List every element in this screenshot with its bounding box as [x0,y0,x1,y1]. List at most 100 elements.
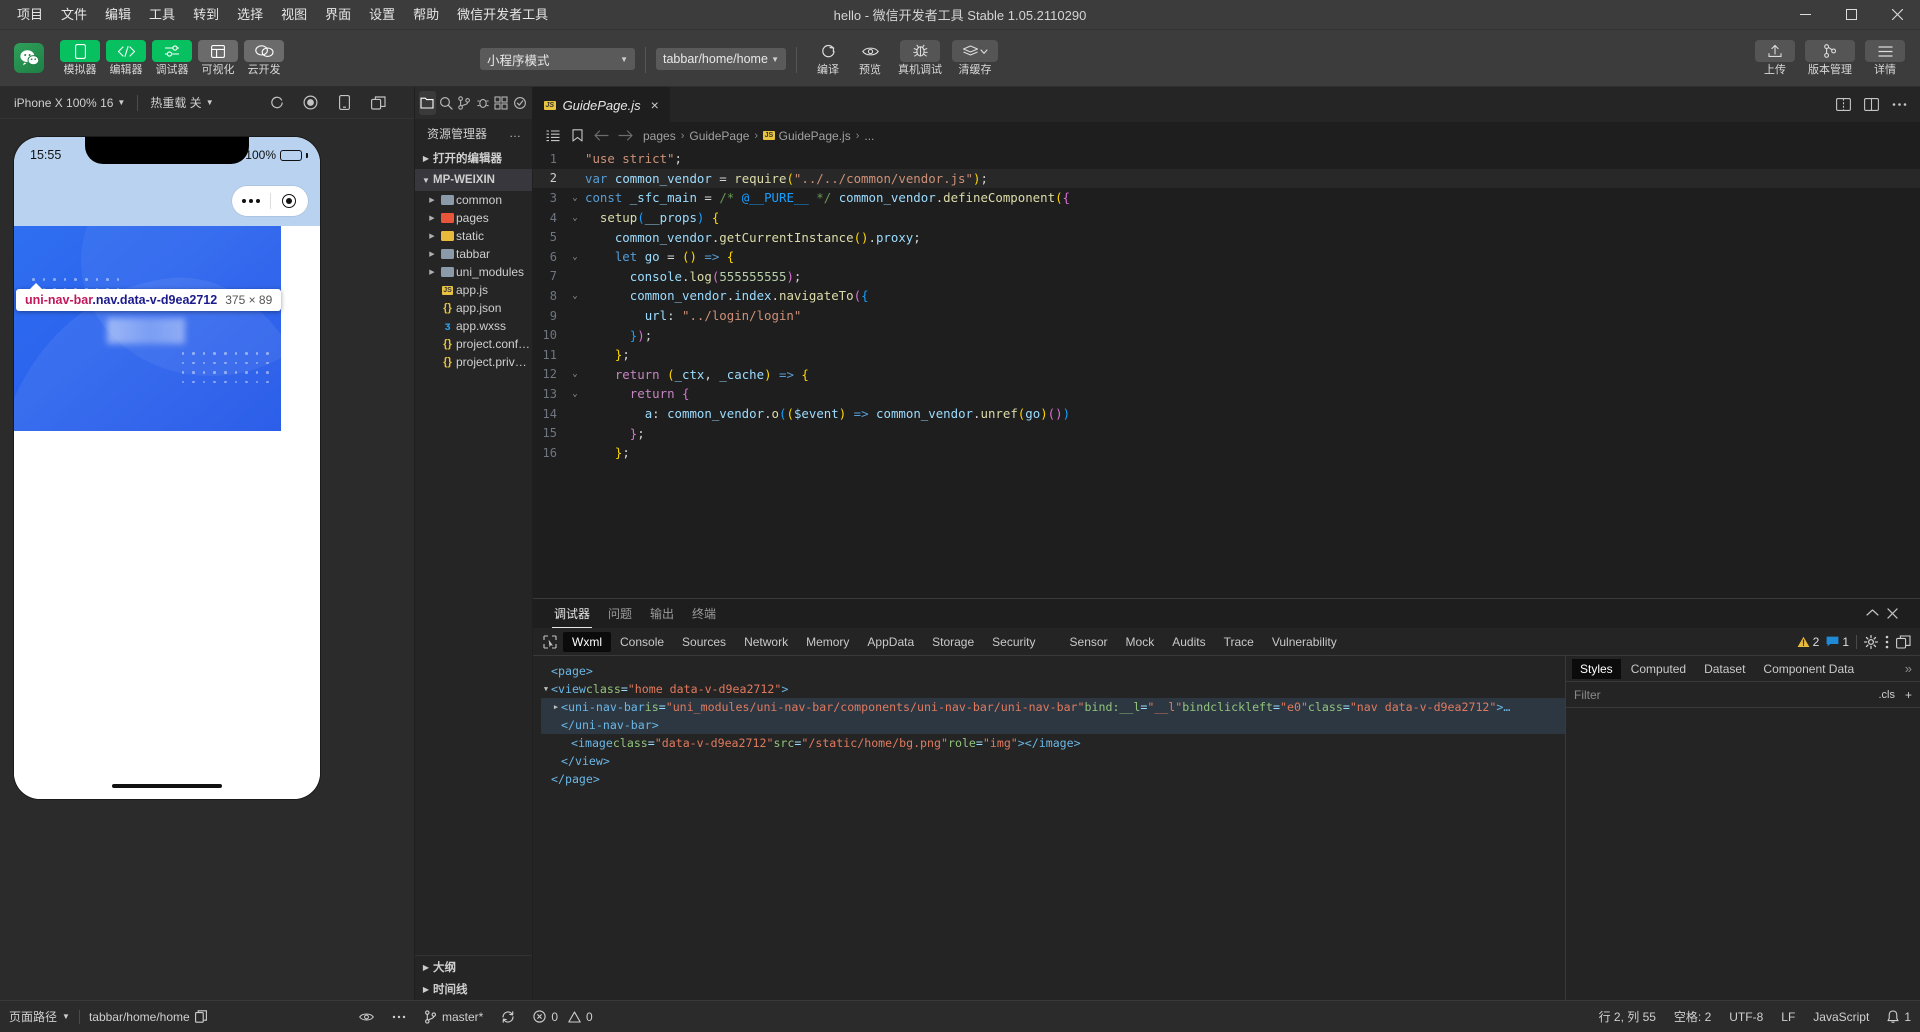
panel-tab-debugger[interactable]: 调试器 [545,599,599,628]
panel-tab-problems[interactable]: 问题 [599,599,641,628]
toolbar-button-compile[interactable]: 编译 [807,40,849,76]
devtools-tab-vulnerability[interactable]: Vulnerability [1263,632,1346,652]
section-project[interactable]: ▼ MP-WEIXIN [415,169,532,191]
devtools-tab-network[interactable]: Network [735,632,797,652]
devtools-tab-trace[interactable]: Trace [1215,632,1263,652]
popout-icon[interactable] [1896,634,1911,649]
menu-item-select[interactable]: 选择 [228,3,272,27]
panel-tab-output[interactable]: 输出 [641,599,683,628]
toolbar-button-details[interactable]: 详情 [1864,40,1906,76]
more-vertical-icon[interactable] [1885,635,1889,649]
tree-item-app-json[interactable]: {} app.json [415,299,532,317]
wechat-capsule-button[interactable] [232,186,308,216]
devtools-tab-appdata[interactable]: AppData [858,632,923,652]
branch-icon[interactable] [456,91,473,115]
refresh-icon[interactable] [262,91,292,115]
branch-status[interactable]: master* [415,1001,492,1032]
menu-item-devtools[interactable]: 微信开发者工具 [448,3,557,27]
menu-item-project[interactable]: 项目 [8,3,52,27]
wxml-line[interactable]: </page> [541,770,1565,788]
close-icon[interactable] [1887,608,1898,619]
section-outline[interactable]: ▶ 大纲 [415,956,532,978]
code-editor[interactable]: 1 "use strict"; 2 var common_vendor = re… [533,149,1920,598]
tree-item-pages[interactable]: ▶ pages [415,209,532,227]
tree-item-project-config[interactable]: {} project.config.json [415,335,532,353]
device-icon[interactable] [330,91,360,115]
devtools-tab-sensor[interactable]: Sensor [1061,632,1117,652]
forward-icon[interactable] [613,125,637,147]
toolbar-button-visual[interactable]: 可视化 [198,40,238,76]
wxml-tree[interactable]: <page> ▼ <view class = "home data-v-d9ea271… [533,656,1565,1000]
menu-item-settings[interactable]: 设置 [360,3,404,27]
page-path-dropdown[interactable]: 页面路径 ▼ [0,1001,79,1032]
message-count[interactable]: 1 [1826,635,1849,649]
page-select[interactable]: tabbar/home/home ▼ [656,48,786,70]
tree-item-project-private-config[interactable]: {} project.private.config.js... [415,353,532,371]
styles-filter-input[interactable]: Filter [1574,688,1601,702]
sync-icon[interactable] [492,1001,524,1032]
device-select[interactable]: iPhone X 100% 16 ▼ [8,93,131,113]
devtools-tab-mock[interactable]: Mock [1117,632,1164,652]
element-picker-icon[interactable] [537,631,563,653]
breadcrumb-item-pages[interactable]: pages [643,129,676,143]
breadcrumb-item-symbol[interactable]: ... [864,129,874,143]
back-icon[interactable] [589,125,613,147]
chevron-up-icon[interactable] [1866,608,1879,619]
tree-item-common[interactable]: ▶ common [415,191,532,209]
more-icon[interactable]: … [509,126,522,140]
devtools-tab-audits[interactable]: Audits [1163,632,1214,652]
devtools-tab-console[interactable]: Console [611,632,673,652]
chevron-right-icon[interactable]: ▶ [551,703,561,711]
debug-icon[interactable] [475,91,492,115]
files-icon[interactable] [419,91,436,115]
notifications[interactable]: 1 [1878,1001,1920,1032]
language-mode[interactable]: JavaScript [1804,1001,1878,1032]
chevron-down-icon[interactable]: ▼ [541,685,551,693]
search-icon[interactable] [438,91,455,115]
wxml-line[interactable]: <page> [541,662,1565,680]
test-icon[interactable] [512,91,529,115]
mode-select[interactable]: 小程序模式 ▼ [480,48,635,70]
breadcrumb-item-guidepage[interactable]: GuidePage [689,129,749,143]
section-open-editors[interactable]: ▶ 打开的编辑器 [415,147,532,169]
toolbar-button-simulator[interactable]: 模拟器 [60,40,100,76]
styles-tab-computed[interactable]: Computed [1623,659,1694,679]
wxml-line-selected[interactable]: ▶ <uni-nav-bar is = "uni_modules/uni-nav-ba… [541,698,1565,716]
copy-icon[interactable] [194,1010,207,1023]
tree-item-uni-modules[interactable]: ▶ uni_modules [415,263,532,281]
maximize-icon[interactable] [1828,0,1874,30]
wxml-line[interactable]: <image class = "data-v-d9ea2712" src = "/sta… [541,734,1565,752]
tree-item-static[interactable]: ▶ static [415,227,532,245]
devtools-tab-security[interactable]: Security [983,632,1044,652]
tree-item-app-js[interactable]: JS app.js [415,281,532,299]
minimize-icon[interactable] [1782,0,1828,30]
breadcrumb-item-file[interactable]: JS GuidePage.js [763,129,851,143]
warning-count[interactable]: 2 [1797,635,1819,649]
menu-item-interface[interactable]: 界面 [316,3,360,27]
more-icon[interactable] [1886,92,1912,118]
close-icon[interactable]: × [651,97,659,113]
toolbar-button-preview[interactable]: 预览 [849,40,891,76]
toolbar-button-cloud[interactable]: 云开发 [244,40,284,76]
problems-status[interactable]: 0 0 [524,1001,601,1032]
styles-tab-component-data[interactable]: Component Data [1755,659,1862,679]
hotreload-select[interactable]: 热重载 关 ▼ [144,91,219,114]
close-icon[interactable] [1874,0,1920,30]
styles-tab-styles[interactable]: Styles [1572,658,1621,679]
toolbar-button-debugger[interactable]: 调试器 [152,40,192,76]
menu-item-view[interactable]: 视图 [272,3,316,27]
extensions-icon[interactable] [493,91,510,115]
split-editor-icon[interactable] [1858,92,1884,118]
cursor-position[interactable]: 行 2, 列 55 [1590,1001,1665,1032]
indentation[interactable]: 空格: 2 [1665,1001,1720,1032]
toggle-class-button[interactable]: .cls [1878,689,1895,701]
toolbar-button-clear-cache[interactable]: 清缓存 [949,40,1001,76]
menu-item-goto[interactable]: 转到 [184,3,228,27]
outline-list-icon[interactable] [541,125,565,147]
tree-item-tabbar[interactable]: ▶ tabbar [415,245,532,263]
preview-split-icon[interactable] [1830,92,1856,118]
toolbar-button-editor[interactable]: 编辑器 [106,40,146,76]
toolbar-button-upload[interactable]: 上传 [1754,40,1796,76]
section-timeline[interactable]: ▶ 时间线 [415,978,532,1000]
editor-tab-guidepage[interactable]: JS GuidePage.js × [533,87,671,122]
